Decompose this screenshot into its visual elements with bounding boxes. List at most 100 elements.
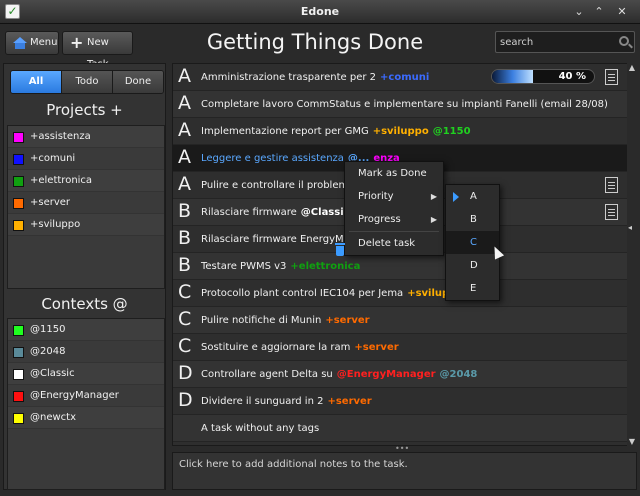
context-item[interactable]: @Classic <box>8 363 164 385</box>
context-item[interactable]: @newctx <box>8 407 164 429</box>
project-item[interactable]: +elettronica <box>8 170 164 192</box>
project-item-label: +elettronica <box>30 175 93 186</box>
project-item-label: +server <box>30 197 71 208</box>
task-row[interactable]: C Pulire notifiche di Munin +server <box>173 307 627 334</box>
task-title-text: Rilasciare firmware <box>201 207 297 218</box>
task-priority: A <box>178 146 191 168</box>
task-row[interactable]: D Dividere il sunguard in 2 +server <box>173 388 627 415</box>
projects-list: +assistenza +comuni +elettronica +server +sv… <box>7 125 165 289</box>
project-item[interactable]: +assistenza <box>8 126 164 148</box>
color-swatch <box>13 347 24 358</box>
task-title: A task without any tags <box>201 423 319 434</box>
context-item-label: @1150 <box>30 324 66 335</box>
task-tag: +elettronica <box>290 261 361 272</box>
task-priority: B <box>178 254 192 276</box>
chevron-down-icon[interactable]: ⌄ <box>571 4 587 20</box>
task-tag: @1150 <box>432 126 471 137</box>
task-row[interactable]: A Amministrazione trasparente per 2 +comun… <box>173 64 627 91</box>
priority-option-label: D <box>470 260 478 271</box>
context-item[interactable]: @EnergyManager <box>8 385 164 407</box>
filter-all[interactable]: All <box>11 71 62 93</box>
chevron-right-icon: ▶ <box>430 192 437 201</box>
task-title-text: Pulire e controllare il problem <box>201 180 349 191</box>
filter-done[interactable]: Done <box>113 71 163 93</box>
color-swatch <box>13 391 24 402</box>
task-priority: A <box>178 92 191 114</box>
task-title-text: Protocollo plant control IEC104 per Jema <box>201 288 404 299</box>
filter-segmented-control: All Todo Done <box>10 70 164 94</box>
task-tag: +comuni <box>380 72 430 83</box>
task-priority: C <box>178 308 192 330</box>
title-bar: ✓ Edone ⌄ ⌃ ✕ <box>0 0 640 24</box>
task-title: Amministrazione trasparente per 2 +comuni <box>201 72 429 83</box>
projects-title[interactable]: Projects + <box>3 101 166 119</box>
task-title: Pulire e controllare il problem <box>201 180 348 191</box>
scroll-thumb-icon[interactable]: ◂ <box>628 223 632 232</box>
menu-item-mark-done[interactable]: Mark as Done <box>345 162 443 185</box>
task-title-text: Dividere il sunguard in 2 <box>201 396 324 407</box>
context-item[interactable]: @1150 <box>8 319 164 341</box>
trash-icon <box>335 243 345 256</box>
close-icon[interactable]: ✕ <box>614 4 630 20</box>
task-row[interactable]: C Protocollo plant control IEC104 per Jem… <box>173 280 627 307</box>
task-title-text: Implementazione report per GMG <box>201 126 369 137</box>
task-row[interactable]: A task without any tags <box>173 415 627 442</box>
context-item[interactable]: @2048 <box>8 341 164 363</box>
task-title-text: Leggere e gestire assistenza <box>201 153 344 164</box>
search-icon[interactable] <box>619 36 629 46</box>
menu-item-priority-label: Priority <box>358 191 394 202</box>
notes-panel[interactable]: Click here to add additional notes to th… <box>172 452 637 490</box>
note-document-icon[interactable] <box>605 204 618 220</box>
priority-option-e[interactable]: E <box>446 277 499 300</box>
priority-option-a[interactable]: A <box>446 185 499 208</box>
project-item[interactable]: +sviluppo <box>8 214 164 236</box>
task-title-text: Sostituire e aggiornare la ram <box>201 342 351 353</box>
task-row[interactable]: A Implementazione report per GMG +sviluppo… <box>173 118 627 145</box>
contexts-title[interactable]: Contexts @ <box>3 295 166 313</box>
menu-item-progress-label: Progress <box>358 214 401 225</box>
color-swatch <box>13 132 24 143</box>
task-tag: +server <box>354 342 399 353</box>
menu-button-label: Menu <box>30 37 58 48</box>
priority-option-label: A <box>470 191 477 202</box>
menu-item-priority[interactable]: Priority ▶ <box>345 185 443 208</box>
scroll-down-icon[interactable]: ▼ <box>627 437 637 446</box>
menu-item-progress[interactable]: Progress ▶ <box>345 208 443 231</box>
task-title: Sostituire e aggiornare la ram +server <box>201 342 399 353</box>
color-swatch <box>13 220 24 231</box>
task-title-text: Pulire notifiche di Munin <box>201 315 322 326</box>
color-swatch <box>13 369 24 380</box>
task-priority: A <box>178 119 191 141</box>
task-progress-fill <box>492 70 533 83</box>
task-tag: +server <box>327 396 372 407</box>
task-tag: +sviluppo <box>372 126 429 137</box>
scroll-up-icon[interactable]: ▲ <box>627 63 637 72</box>
priority-option-label: B <box>470 214 477 225</box>
filter-todo[interactable]: Todo <box>62 71 113 93</box>
task-progress-bar: 40 % <box>491 69 595 84</box>
note-document-icon[interactable] <box>605 177 618 193</box>
task-row[interactable]: D Controllare agent Delta su @EnergyManage… <box>173 361 627 388</box>
task-title-text: Rilasciare firmware EnergyM <box>201 234 344 245</box>
project-item[interactable]: +comuni <box>8 148 164 170</box>
task-row[interactable]: C Sostituire e aggiornare la ram +server <box>173 334 627 361</box>
task-row[interactable]: B Testare PWMS v3 +elettronica <box>173 253 627 280</box>
note-document-icon[interactable] <box>605 69 618 85</box>
search-input[interactable] <box>500 35 612 50</box>
task-tag: @EnergyManager <box>336 369 436 380</box>
project-item[interactable]: +server <box>8 192 164 214</box>
task-title-text: Testare PWMS v3 <box>201 261 287 272</box>
chevron-up-icon[interactable]: ⌃ <box>591 4 607 20</box>
project-item-label: +sviluppo <box>30 219 81 230</box>
menu-item-delete-task[interactable]: Delete task <box>345 232 443 255</box>
task-list-scrollbar[interactable]: ▲ ◂ ▼ <box>627 63 637 446</box>
home-icon <box>13 37 27 49</box>
priority-option-d[interactable]: D <box>446 254 499 277</box>
priority-option-label: E <box>470 283 477 294</box>
app-title: Getting Things Done <box>206 30 424 54</box>
priority-option-b[interactable]: B <box>446 208 499 231</box>
menu-button[interactable]: Menu <box>5 31 59 55</box>
task-row[interactable]: A Completare lavoro CommStatus e implemen… <box>173 91 627 118</box>
new-task-button[interactable]: + New Task <box>62 31 133 70</box>
task-tag: @Classi <box>300 207 344 218</box>
